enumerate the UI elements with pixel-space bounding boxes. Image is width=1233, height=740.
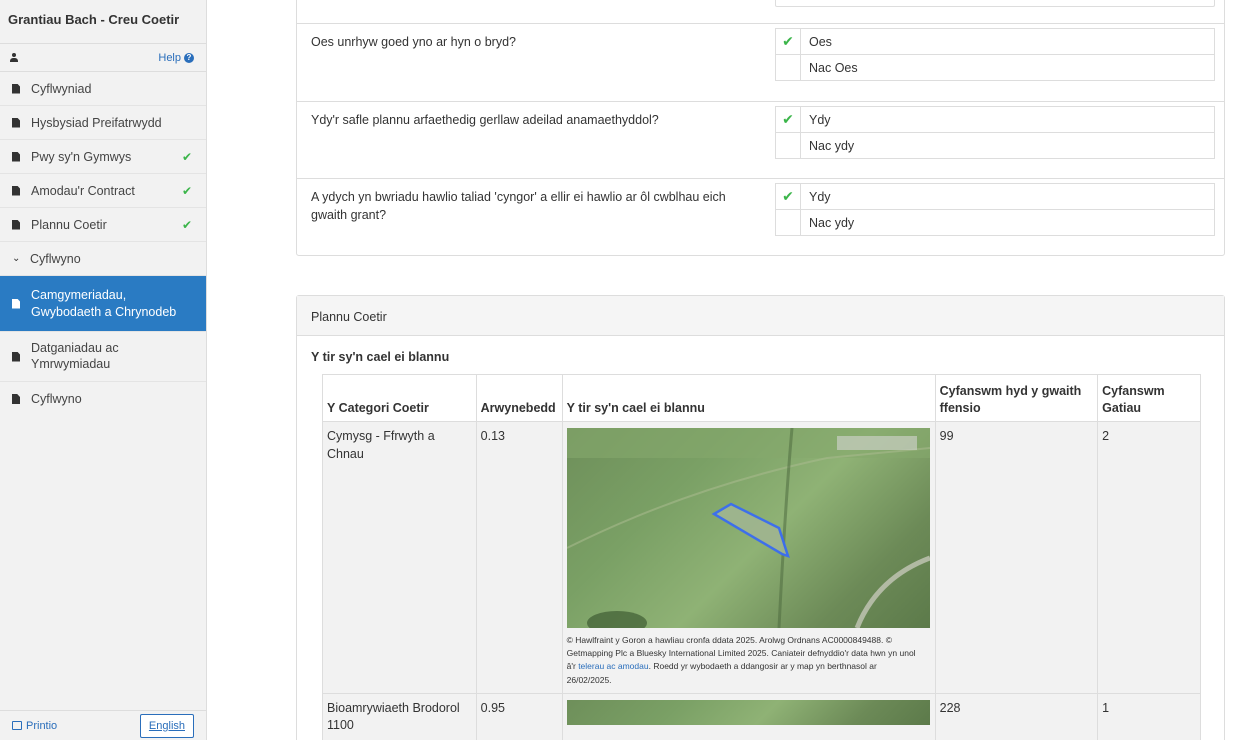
column-header: Arwynebedd	[475, 374, 563, 422]
document-icon	[12, 185, 20, 196]
column-header: Y tir sy'n cael ei blannu	[561, 374, 936, 422]
sidebar-item-privacy[interactable]: Hysbysiad Preifatrwydd	[0, 106, 206, 140]
answer-option: Nac ydy	[775, 209, 1215, 236]
check-icon: ✔	[776, 184, 801, 209]
main-content: Oes unrhyw goed yno ar hyn o bryd? ✔ Oes…	[207, 0, 1233, 740]
question-text: A ydych yn bwriadu hawlio taliad 'cyngor…	[311, 190, 726, 223]
question-row: A ydych yn bwriadu hawlio taliad 'cyngor…	[297, 178, 1225, 255]
document-icon	[12, 83, 20, 94]
sidebar-item-label: Hysbysiad Preifatrwydd	[31, 115, 162, 130]
answer-option-selected: ✔ Ydy	[775, 106, 1215, 133]
section-title: Y tir sy'n cael ei blannu	[311, 350, 450, 364]
check-empty	[776, 55, 801, 80]
language-toggle-button[interactable]: English	[139, 713, 194, 738]
sidebar-item-label: Cyflwyno	[31, 392, 82, 406]
aerial-map-image	[566, 428, 930, 628]
gates-cell: 2	[1097, 421, 1201, 694]
sidebar-item-label: Amodau'r Contract	[31, 183, 135, 198]
check-icon: ✔	[181, 217, 192, 232]
print-label: Printio	[26, 719, 58, 732]
question-row: Oes unrhyw goed yno ar hyn o bryd? ✔ Oes…	[297, 23, 1225, 101]
panel-title: Plannu Coetir	[297, 296, 1224, 336]
help-link[interactable]: Help ?	[158, 52, 194, 64]
answer-option: Nac Oes	[775, 54, 1215, 81]
check-icon: ✔	[181, 183, 192, 198]
column-header: Cyfanswm hyd y gwaith ffensio	[934, 374, 1099, 422]
column-header: Y Categori Coetir	[322, 374, 477, 422]
column-header: Cyfanswm Gatiau	[1097, 374, 1201, 422]
map-overlay	[566, 428, 930, 628]
sidebar-item-label: Camgymeriadau, Gwybodaeth a Chrynodeb	[31, 288, 177, 319]
document-icon	[12, 151, 20, 162]
table-row: Bioamrywiaeth Brodorol 1100 0.95 228 1	[322, 692, 1201, 740]
document-icon	[12, 219, 20, 230]
answer-label: Nac ydy	[809, 138, 855, 153]
sidebar-item-eligibility[interactable]: Pwy sy'n Gymwys ✔	[0, 140, 206, 174]
answer-option-selected: ✔ Ydy	[775, 183, 1215, 210]
sidebar-item-planting[interactable]: Plannu Coetir ✔	[0, 208, 206, 242]
sidebar-item-label: Pwy sy'n Gymwys	[31, 149, 132, 164]
check-icon: ✔	[776, 107, 801, 132]
answer-options: ✔ Oes Nac Oes	[775, 28, 1215, 81]
answer-options: ✔ Ydy Nac ydy	[775, 106, 1215, 159]
document-icon	[12, 351, 20, 362]
chevron-down-icon: ⌄	[12, 253, 21, 264]
print-button[interactable]: Printio	[12, 720, 57, 732]
aerial-map-image	[566, 699, 930, 725]
help-label: Help	[158, 51, 181, 64]
check-icon: ✔	[776, 29, 801, 54]
sidebar-footer: Printio English	[0, 710, 206, 740]
table-header-row: Y Categori Coetir Arwynebedd Y tir sy'n …	[322, 374, 1201, 422]
sidebar-item-submit[interactable]: Cyflwyno	[0, 382, 206, 416]
question-text: Oes unrhyw goed yno ar hyn o bryd?	[311, 35, 516, 49]
sidebar-item-label: Datganiadau ac Ymrwymiadau	[31, 340, 119, 371]
check-icon: ✔	[181, 149, 192, 164]
sidebar-item-label: Cyflwyniad	[31, 81, 92, 96]
map-cell: © Hawlfraint y Goron a hawliau cronfa dd…	[561, 421, 936, 694]
planting-table: Y Categori Coetir Arwynebedd Y tir sy'n …	[322, 374, 1201, 740]
document-icon	[12, 117, 20, 128]
check-empty	[776, 210, 801, 235]
planting-panel: Plannu Coetir Y tir sy'n cael ei blannu …	[296, 295, 1225, 740]
question-row: Ydy'r safle plannu arfaethedig gerllaw a…	[297, 101, 1225, 179]
sidebar-item-label: Cyflwyno	[30, 251, 81, 266]
answer-options: ✔ Ydy Nac ydy	[775, 183, 1215, 236]
answer-label: Ydy	[809, 189, 831, 204]
printer-icon	[12, 721, 22, 730]
category-cell: Cymysg - Ffrwyth a Chnau	[322, 421, 477, 694]
category-cell: Bioamrywiaeth Brodorol 1100	[322, 692, 477, 740]
answer-option: Nac ydy	[775, 132, 1215, 159]
sidebar-item-declarations[interactable]: Datganiadau ac Ymrwymiadau	[0, 332, 206, 382]
area-cell: 0.95	[475, 692, 563, 740]
question-icon: ?	[184, 52, 194, 63]
questions-panel: Oes unrhyw goed yno ar hyn o bryd? ✔ Oes…	[296, 0, 1225, 256]
sidebar-item-cyflwyniad[interactable]: Cyflwyniad	[0, 72, 206, 106]
fencing-cell: 99	[934, 421, 1099, 694]
sidebar-group-cyflwyno[interactable]: ⌄ Cyflwyno	[0, 242, 206, 276]
document-icon	[12, 394, 20, 404]
sidebar: Grantiau Bach - Creu Coetir Help ? Cyflw…	[0, 0, 207, 740]
app-title: Grantiau Bach - Creu Coetir	[0, 0, 206, 44]
document-icon	[12, 298, 20, 309]
area-cell: 0.13	[475, 421, 563, 694]
answer-label: Oes	[809, 34, 832, 49]
answer-label: Nac ydy	[809, 215, 855, 230]
answer-option-selected: ✔ Oes	[775, 28, 1215, 55]
map-copyright: © Hawlfraint y Goron a hawliau cronfa dd…	[567, 634, 922, 687]
answer-label: Nac Oes	[809, 60, 858, 75]
sidebar-item-summary[interactable]: Camgymeriadau, Gwybodaeth a Chrynodeb	[0, 276, 206, 332]
question-text: Ydy'r safle plannu arfaethedig gerllaw a…	[311, 113, 659, 127]
gates-cell: 1	[1097, 692, 1201, 740]
table-row: Cymysg - Ffrwyth a Chnau 0.13 © Hawlfrai…	[322, 421, 1201, 694]
answer-label: Ydy	[809, 112, 831, 127]
sidebar-item-label: Plannu Coetir	[31, 217, 107, 232]
terms-link[interactable]: telerau ac amodau	[578, 661, 648, 671]
check-empty	[776, 133, 801, 158]
sidebar-item-contract[interactable]: Amodau'r Contract ✔	[0, 174, 206, 208]
user-icon[interactable]	[10, 53, 18, 62]
user-bar: Help ?	[0, 44, 206, 72]
fencing-cell: 228	[934, 692, 1099, 740]
map-cell	[561, 692, 936, 740]
